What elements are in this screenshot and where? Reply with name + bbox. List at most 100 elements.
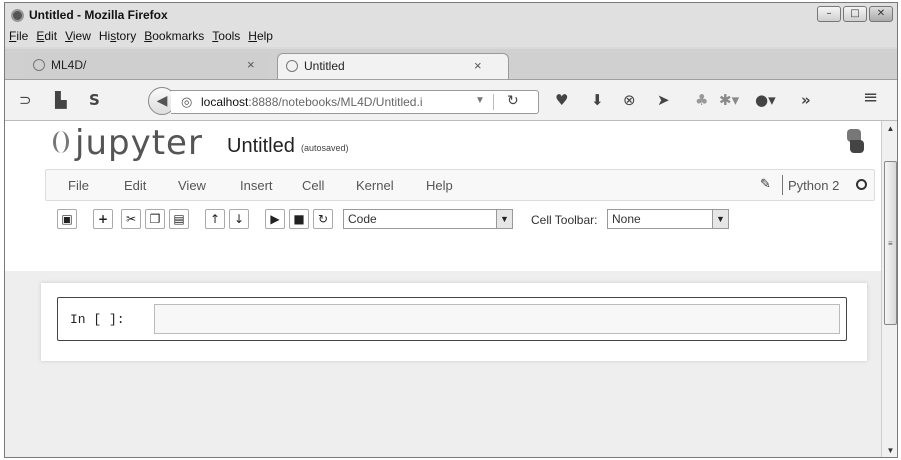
rss-icon[interactable]: ⊃ xyxy=(19,92,32,108)
jmenu-file[interactable]: File xyxy=(68,178,89,193)
tab-strip: ML4D/ × Untitled × xyxy=(5,49,897,79)
url-separator xyxy=(493,94,494,110)
tab-close-icon[interactable]: × xyxy=(247,53,255,77)
menu-view-label: iew xyxy=(72,29,91,43)
sync-icon[interactable]: S xyxy=(89,92,100,108)
jmenu-help[interactable]: Help xyxy=(426,178,453,193)
menu-history[interactable]: History xyxy=(99,29,136,47)
insert-cell-icon[interactable]: + xyxy=(93,209,113,229)
cell-toolbar-value: None xyxy=(612,212,641,226)
jmenu-edit[interactable]: Edit xyxy=(124,178,146,193)
jupyter-header: jupyter Untitled (autosaved) File Edit V… xyxy=(5,121,881,271)
jupyter-logo-icon xyxy=(53,131,69,153)
browser-window: Untitled - Mozilla Firefox – □ ✕ File Ed… xyxy=(4,2,898,458)
menu-tools-label: ools xyxy=(218,29,241,43)
notebook-menubar: File Edit View Insert Cell Kernel Help ✎… xyxy=(45,169,875,201)
move-up-icon[interactable]: ↑ xyxy=(205,209,225,229)
menu-edit[interactable]: Edit xyxy=(36,29,57,47)
menu-view[interactable]: View xyxy=(65,29,91,47)
kernel-idle-indicator-icon xyxy=(856,179,867,190)
tab-close-icon[interactable]: × xyxy=(474,54,482,78)
url-host: localhost xyxy=(201,95,249,109)
cell-toolbar-label: Cell Toolbar: xyxy=(531,213,598,227)
run-icon[interactable]: ▶ xyxy=(265,209,285,229)
library-icon[interactable]: ▙ xyxy=(55,92,67,108)
navigation-toolbar: ⊃ ▙ S ◀ ◎ localhost:8888/notebooks/ML4D/… xyxy=(5,79,897,121)
leaf-icon[interactable]: ♣ xyxy=(695,92,708,108)
tab-untitled[interactable]: Untitled × xyxy=(277,53,509,79)
menu-history-pre: Hi xyxy=(98,29,111,43)
download-icon[interactable]: ⬇ xyxy=(591,92,604,108)
menu-help[interactable]: Help xyxy=(248,29,273,47)
vertical-scrollbar[interactable]: ▲ ≡ ▼ xyxy=(881,121,897,457)
menu-tools[interactable]: Tools xyxy=(212,29,240,47)
jmenu-view[interactable]: View xyxy=(178,178,206,193)
jmenu-cell[interactable]: Cell xyxy=(302,178,324,193)
notebook-name[interactable]: Untitled xyxy=(227,135,295,158)
pocket-icon[interactable]: ♥ xyxy=(555,92,568,108)
menu-file[interactable]: File xyxy=(9,29,28,47)
scrollbar-thumb[interactable]: ≡ xyxy=(884,161,897,325)
scroll-down-icon[interactable]: ▼ xyxy=(882,443,897,457)
send-icon[interactable]: ➤ xyxy=(657,92,670,108)
kernel-separator xyxy=(782,175,783,195)
kernel-name: Python 2 xyxy=(788,178,840,193)
tab-label: Untitled xyxy=(304,59,345,73)
overflow-icon[interactable]: » xyxy=(801,92,811,108)
loading-spinner-icon xyxy=(33,59,45,71)
url-text[interactable]: localhost:8888/notebooks/ML4D/Untitled.i xyxy=(201,95,471,109)
site-identity-icon[interactable]: ◎ xyxy=(181,95,192,110)
stop-icon[interactable]: ■ xyxy=(289,209,309,229)
restart-icon[interactable]: ↻ xyxy=(313,209,333,229)
menu-bar: File Edit View History Bookmarks Tools H… xyxy=(5,29,897,47)
cell-prompt: In [ ]: xyxy=(70,312,125,327)
paste-icon[interactable]: ▤ xyxy=(169,209,189,229)
menu-file-label: ile xyxy=(16,29,29,43)
cell-type-value: Code xyxy=(348,212,377,226)
block-icon[interactable]: ⊗ xyxy=(623,92,636,108)
cell-input[interactable] xyxy=(154,304,840,334)
maximize-button[interactable]: □ xyxy=(843,6,867,22)
menu-help-accel: H xyxy=(248,29,257,43)
notebook-container: In [ ]: xyxy=(41,283,867,361)
firefox-icon xyxy=(11,9,24,22)
cell-type-select[interactable]: Code ▼ xyxy=(343,209,513,229)
url-path: :8888/notebooks/ML4D/Untitled.i xyxy=(248,95,423,109)
menu-view-accel: V xyxy=(65,29,73,43)
loading-spinner-icon xyxy=(286,60,298,72)
window-controls: – □ ✕ xyxy=(817,6,893,22)
python-logo-icon xyxy=(845,129,865,153)
menu-bookmarks-label: ookmarks xyxy=(152,29,205,43)
menu-edit-label: dit xyxy=(44,29,58,43)
cell-toolbar-select[interactable]: None ▼ xyxy=(607,209,729,229)
copy-icon[interactable]: ❐ xyxy=(145,209,165,229)
cut-icon[interactable]: ✂ xyxy=(121,209,141,229)
notebook-area: In [ ]: xyxy=(5,271,881,457)
menu-icon[interactable]: ≡ xyxy=(863,89,878,107)
grip-icon: ≡ xyxy=(888,239,893,248)
tab-ml4d[interactable]: ML4D/ × xyxy=(25,53,269,79)
window-title: Untitled - Mozilla Firefox xyxy=(29,8,168,22)
chevron-down-icon: ▼ xyxy=(712,210,728,228)
page-content: jupyter Untitled (autosaved) File Edit V… xyxy=(5,121,881,457)
code-cell[interactable]: In [ ]: xyxy=(57,297,847,341)
adblock-icon[interactable]: ●▾ xyxy=(755,92,776,108)
menu-history-label: tory xyxy=(116,29,137,43)
url-bar[interactable]: ◎ localhost:8888/notebooks/ML4D/Untitled… xyxy=(171,90,539,114)
scroll-up-icon[interactable]: ▲ xyxy=(882,121,897,137)
jmenu-kernel[interactable]: Kernel xyxy=(356,178,394,193)
save-icon[interactable]: ▣ xyxy=(57,209,77,229)
autosave-status: (autosaved) xyxy=(301,143,349,153)
menu-help-label: elp xyxy=(256,29,273,43)
url-history-dropdown-icon[interactable]: ▼ xyxy=(475,95,485,106)
jupyter-logo[interactable]: jupyter xyxy=(75,123,203,163)
minimize-button[interactable]: – xyxy=(817,6,841,22)
reload-icon[interactable]: ↻ xyxy=(507,93,519,109)
close-button[interactable]: ✕ xyxy=(869,6,893,22)
menu-bookmarks[interactable]: Bookmarks xyxy=(144,29,204,47)
jmenu-insert[interactable]: Insert xyxy=(240,178,273,193)
title-bar: Untitled - Mozilla Firefox – □ ✕ xyxy=(5,3,897,29)
extension-icon[interactable]: ✱▾ xyxy=(719,92,739,108)
move-down-icon[interactable]: ↓ xyxy=(229,209,249,229)
pencil-icon[interactable]: ✎ xyxy=(760,177,771,192)
